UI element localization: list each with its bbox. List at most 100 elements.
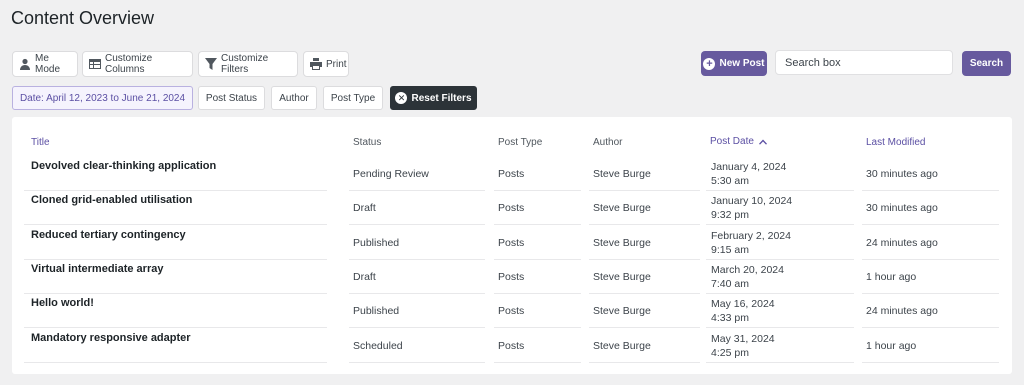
reset-filters-label: Reset Filters [411,92,472,104]
post-author[interactable]: Steve Burge [593,237,651,249]
post-type: Posts [498,237,525,249]
post-title-link[interactable]: Hello world! [31,297,94,309]
sort-ascending-icon [758,139,767,145]
post-status: Published [353,237,400,249]
filter-icon [205,58,217,70]
customize-columns-label: Customize Columns [105,53,153,75]
post-type: Posts [498,305,525,317]
table-row[interactable]: Reduced tertiary contingency Published Pos… [0,227,1024,261]
post-title-link[interactable]: Devolved clear-thinking application [31,160,216,172]
search-button[interactable]: Search [962,51,1011,76]
post-status: Scheduled [353,340,403,352]
row-divider [349,190,485,191]
row-divider [862,362,999,363]
post-time: 5:30 am [711,175,749,187]
row-divider [24,224,327,225]
printer-icon [310,58,322,70]
row-divider [706,362,854,363]
post-title-link[interactable]: Mandatory responsive adapter [31,332,191,344]
row-divider [706,224,854,225]
table-icon [89,59,101,69]
post-title-link[interactable]: Reduced tertiary contingency [31,229,186,241]
post-status-filter-button[interactable]: Post Status [198,86,265,110]
row-divider [706,190,854,191]
post-type: Posts [498,202,525,214]
post-author[interactable]: Steve Burge [593,340,651,352]
last-modified: 24 minutes ago [866,237,938,249]
row-divider [862,190,999,191]
row-divider [349,259,485,260]
row-divider [494,362,581,363]
table-row[interactable]: Devolved clear-thinking application Pendi… [0,158,1024,192]
column-header-post-type[interactable]: Post Type [498,137,542,148]
search-input[interactable] [775,50,953,75]
row-divider [589,362,700,363]
last-modified: 30 minutes ago [866,202,938,214]
row-divider [24,259,327,260]
post-title-link[interactable]: Virtual intermediate array [31,263,163,275]
row-divider [589,190,700,191]
user-icon [20,58,30,70]
row-divider [24,293,327,294]
row-divider [24,362,327,363]
row-divider [349,362,485,363]
row-divider [494,224,581,225]
row-divider [24,190,327,191]
column-header-post-date[interactable]: Post Date [710,136,767,147]
row-divider [349,293,485,294]
column-header-last-modified[interactable]: Last Modified [866,137,925,148]
author-filter-button[interactable]: Author [271,86,317,110]
post-date: May 16, 2024 [711,298,775,310]
customize-columns-button[interactable]: Customize Columns [82,51,193,77]
post-date: March 20, 2024 [711,264,784,276]
post-time: 7:40 am [711,278,749,290]
post-title-link[interactable]: Cloned grid-enabled utilisation [31,194,192,206]
post-date: January 4, 2024 [711,161,787,173]
reset-filters-button[interactable]: ✕ Reset Filters [390,86,477,110]
post-date: May 31, 2024 [711,333,775,345]
row-divider [589,293,700,294]
date-filter-button[interactable]: Date: April 12, 2023 to June 21, 2024 [12,86,193,110]
post-date: February 2, 2024 [711,230,791,242]
page-title: Content Overview [11,8,155,28]
last-modified: 1 hour ago [866,271,917,283]
table-row[interactable]: Hello world! Published Posts Steve Burge May… [0,295,1024,329]
customize-filters-button[interactable]: Customize Filters [198,51,298,77]
row-divider [706,293,854,294]
post-author[interactable]: Steve Burge [593,202,651,214]
table-row[interactable]: Mandatory responsive adapter Scheduled Pos… [0,330,1024,364]
post-status: Published [353,305,400,317]
new-post-button[interactable]: + New Post [701,51,767,76]
table-row[interactable]: Virtual intermediate array Draft Posts Stev… [0,261,1024,295]
me-mode-button[interactable]: Me Mode [12,51,78,77]
print-button[interactable]: Print [303,51,349,77]
row-divider [349,327,485,328]
post-author[interactable]: Steve Burge [593,168,651,180]
last-modified: 1 hour ago [866,340,917,352]
row-divider [706,327,854,328]
row-divider [24,327,327,328]
row-divider [862,259,999,260]
print-label: Print [326,58,347,70]
last-modified: 24 minutes ago [866,305,938,317]
post-author[interactable]: Steve Burge [593,271,651,283]
me-mode-label: Me Mode [35,53,61,75]
post-status: Pending Review [353,168,429,180]
table-row[interactable]: Cloned grid-enabled utilisation Draft Post… [0,192,1024,226]
post-time: 4:33 pm [711,312,749,324]
customize-filters-label: Customize Filters [221,53,269,75]
column-header-author[interactable]: Author [593,137,622,148]
post-author[interactable]: Steve Burge [593,305,651,317]
row-divider [494,293,581,294]
post-type-filter-button[interactable]: Post Type [323,86,383,110]
row-divider [589,259,700,260]
row-divider [494,327,581,328]
post-type: Posts [498,168,525,180]
post-date-label: Post Date [710,136,754,147]
column-header-title[interactable]: Title [31,137,50,148]
column-header-status[interactable]: Status [353,137,381,148]
row-divider [494,259,581,260]
row-divider [862,327,999,328]
row-divider [706,259,854,260]
post-time: 4:25 pm [711,347,749,359]
